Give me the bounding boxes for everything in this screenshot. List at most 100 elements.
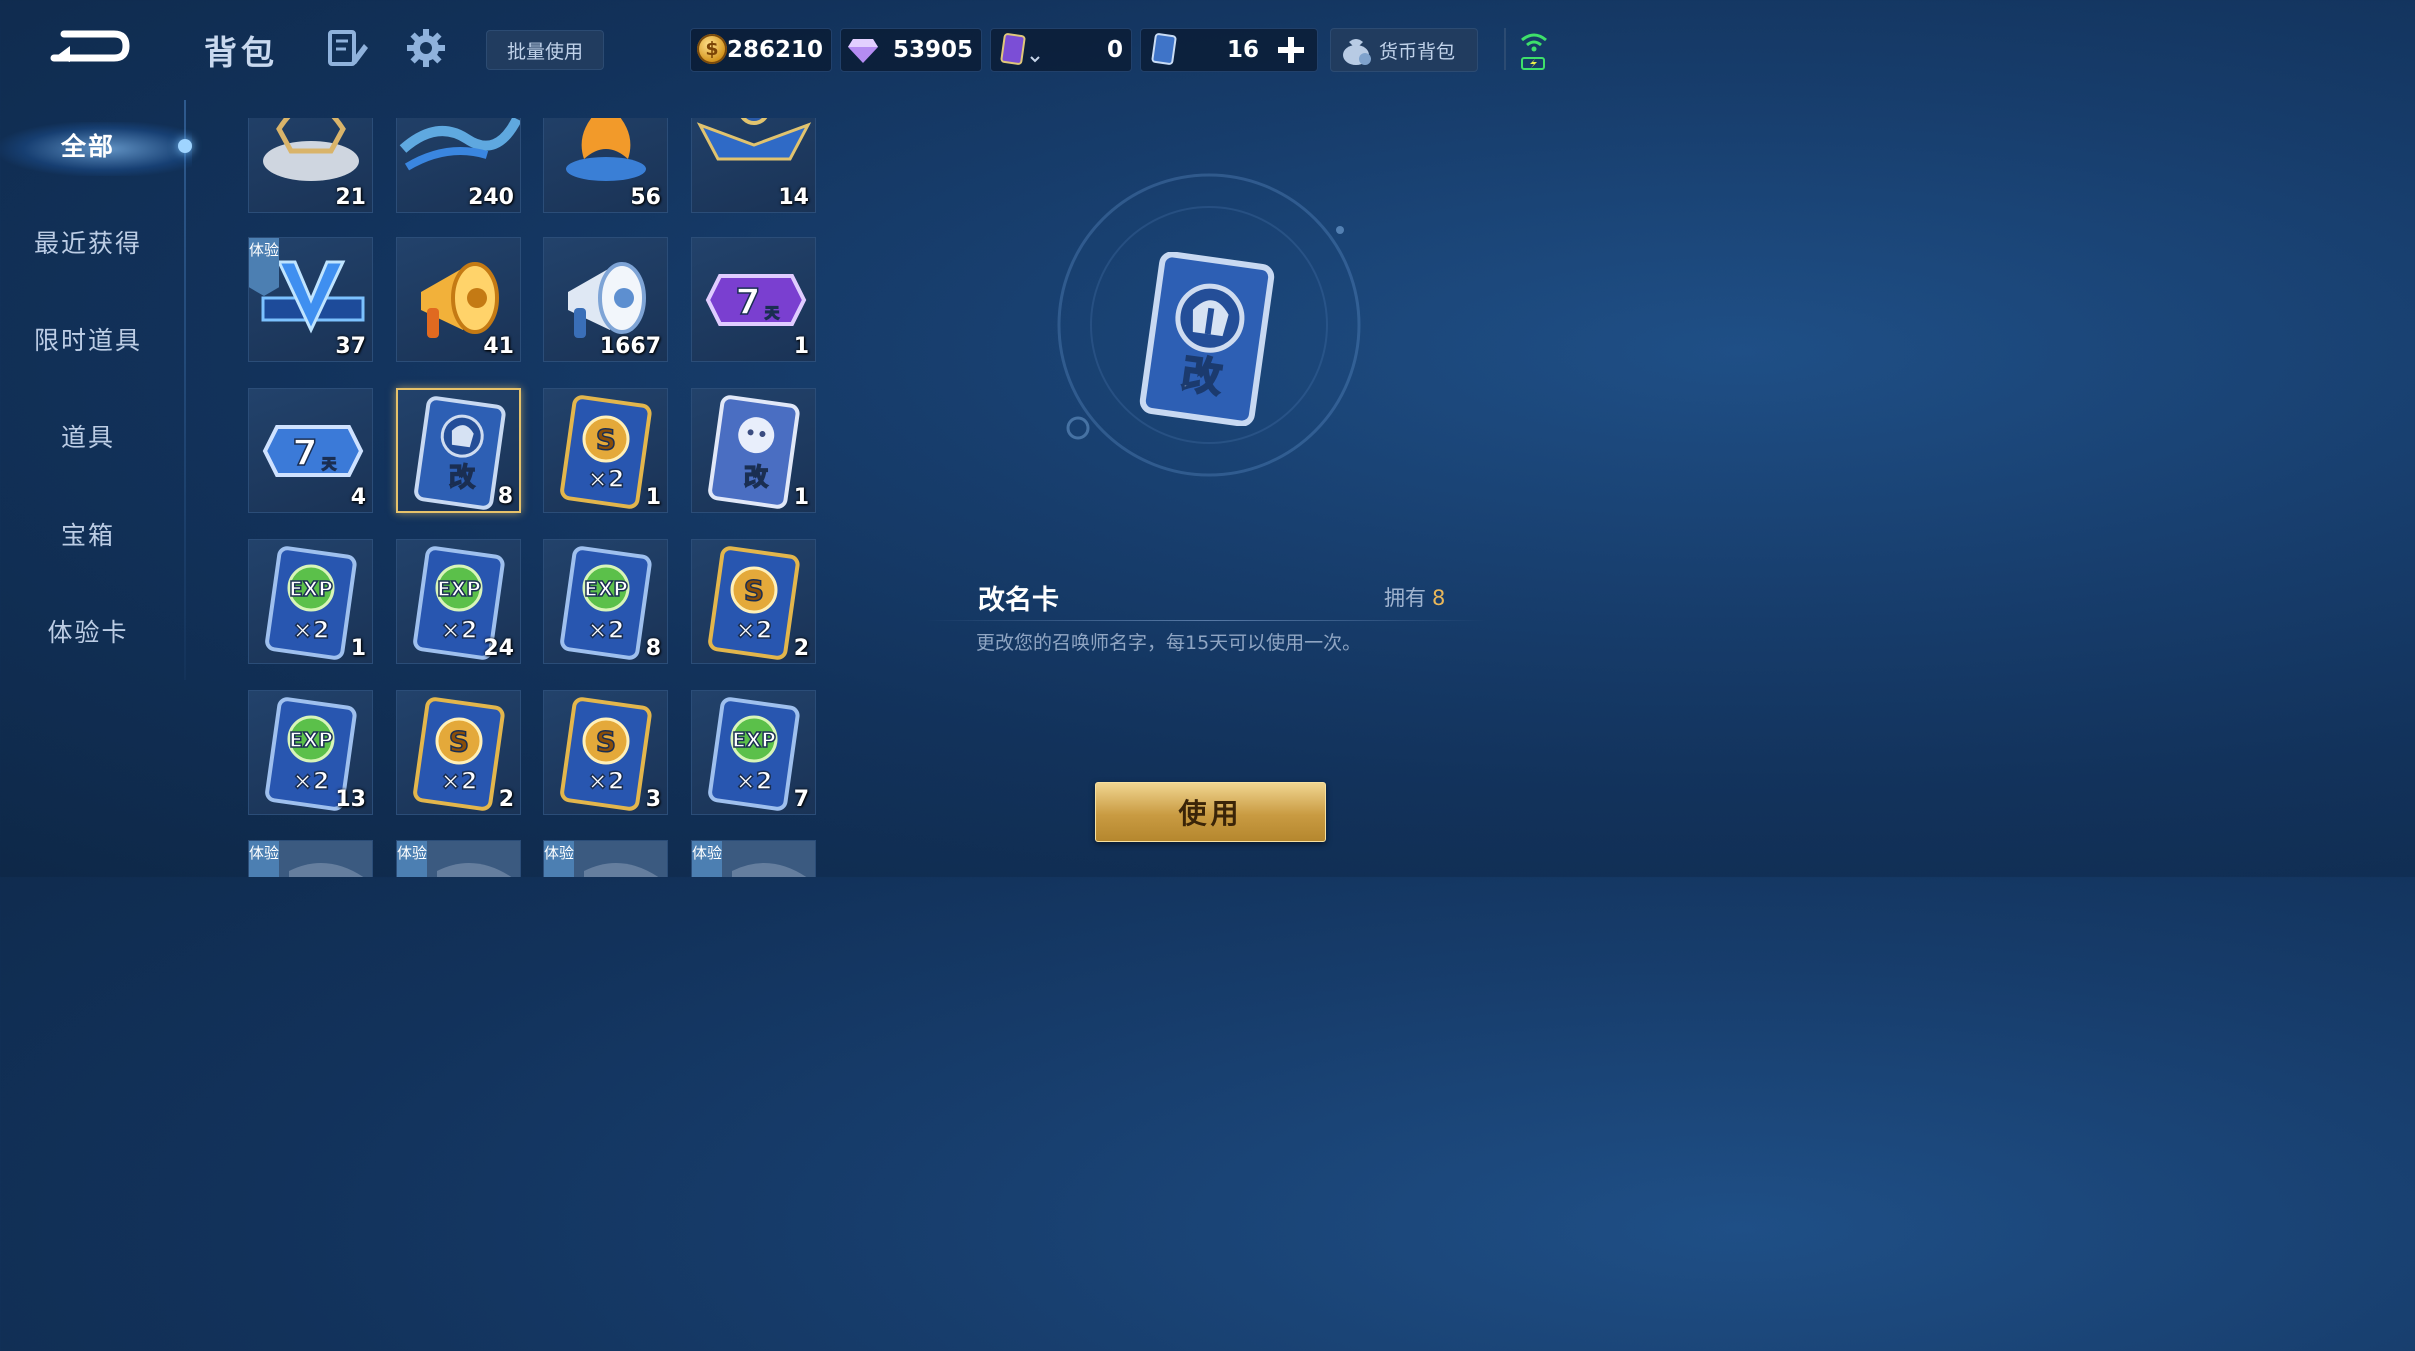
exp-glyph: EXP: [289, 728, 333, 752]
multiplier-glyph: ×2: [293, 616, 330, 644]
item-tag-badge: 体验: [249, 841, 279, 877]
exp-glyph: EXP: [732, 728, 776, 752]
item-quantity: 41: [483, 334, 514, 359]
item-slot[interactable]: S ×2 1: [543, 388, 668, 513]
item-slot[interactable]: S ×2 2: [396, 690, 521, 815]
exp-glyph: EXP: [437, 577, 481, 601]
item-tag-badge: 体验: [249, 238, 279, 296]
sidebar-item-all[interactable]: 全部: [0, 117, 176, 177]
item-quantity: 13: [335, 787, 366, 812]
sidebar-divider: [184, 100, 186, 680]
sidebar-item-props[interactable]: 道具: [0, 408, 176, 468]
back-button[interactable]: [44, 22, 132, 70]
sidebar-item-chests[interactable]: 宝箱: [0, 506, 176, 566]
multiplier-glyph: ×2: [441, 767, 478, 795]
item-slot[interactable]: 体验: [396, 840, 521, 877]
gold-amount: 286210: [726, 37, 823, 63]
item-quantity: 21: [335, 185, 366, 210]
ticket-amount: 0: [1106, 37, 1123, 63]
item-slot[interactable]: 体验 37: [248, 237, 373, 362]
blue-card-icon: [1151, 33, 1177, 65]
diamond-amount: 53905: [892, 37, 973, 63]
item-tag-badge: 体验: [692, 841, 722, 877]
money-bag-icon: [1343, 39, 1371, 65]
item-quantity: 7: [793, 787, 809, 812]
preview-card-glyph: 改: [1179, 351, 1225, 402]
item-slot[interactable]: 7天4: [248, 388, 373, 513]
item-description: 更改您的召唤师名字，每15天可以使用一次。: [976, 632, 1362, 654]
top-bar: 背包 批量使用 $ 286210 53905 0 16 货币背包: [0, 0, 1568, 98]
item-quantity: 2: [793, 636, 809, 661]
item-slot[interactable]: EXP ×2 13: [248, 690, 373, 815]
item-slot[interactable]: S ×2 3: [543, 690, 668, 815]
sidebar-item-trial-cards[interactable]: 体验卡: [0, 603, 176, 663]
back-arrow-icon: [50, 30, 130, 62]
card-amount: 16: [1226, 37, 1259, 63]
item-slot[interactable]: 改1: [691, 388, 816, 513]
item-tag-badge: 体验: [544, 841, 574, 877]
exp-glyph: EXP: [289, 577, 333, 601]
owned-number: 8: [1432, 586, 1446, 610]
multiplier-glyph: ×2: [293, 767, 330, 795]
use-button[interactable]: 使用: [1095, 782, 1326, 842]
item-slot[interactable]: 独240: [396, 118, 521, 213]
description-divider: [926, 620, 1486, 621]
wifi-battery-icon: [1521, 33, 1547, 70]
item-slot[interactable]: EXP ×2 7: [691, 690, 816, 815]
rename-card-preview-icon: 改: [1139, 252, 1275, 426]
item-name: 改名卡: [978, 585, 1059, 616]
item-quantity: 24: [483, 636, 514, 661]
item-slot[interactable]: EXP ×2 8: [543, 539, 668, 664]
multiplier-glyph: ×2: [736, 616, 773, 644]
coin-glyph: S: [596, 423, 616, 456]
day-glyph: 天: [322, 457, 337, 473]
batch-use-button[interactable]: 批量使用: [486, 30, 604, 70]
coin-glyph: S: [449, 725, 469, 758]
item-slot[interactable]: S ×2 2: [691, 539, 816, 664]
sidebar-item-limited[interactable]: 限时道具: [0, 311, 176, 371]
item-quantity: 4: [350, 485, 366, 510]
card-glyph: 改: [449, 462, 475, 493]
page-title: 背包: [204, 33, 278, 72]
currency-bag-label: 货币背包: [1379, 40, 1456, 63]
plus-icon[interactable]: [1277, 36, 1305, 64]
gold-coin-icon: $: [697, 34, 727, 64]
item-slot[interactable]: 体验: [248, 840, 373, 877]
owned-count: 拥有 8: [1384, 582, 1445, 612]
seven-glyph: 7: [735, 282, 760, 323]
currency-bag-button[interactable]: 货币背包: [1330, 28, 1478, 72]
diamond-currency: 53905: [840, 28, 982, 72]
item-grid: 独21独240独56独14 体验37 41 16677天17天4 改8 S×21…: [248, 118, 818, 877]
item-slot[interactable]: 体验: [543, 840, 668, 877]
item-slot[interactable]: 体验: [691, 840, 816, 877]
item-tag-badge: 体验: [397, 841, 427, 877]
card-currency[interactable]: 16: [1140, 28, 1318, 72]
item-quantity: 1: [350, 636, 366, 661]
purple-card-icon: [1000, 33, 1040, 65]
active-tab-dot: [178, 139, 192, 153]
diamond-icon: [848, 39, 878, 63]
item-quantity: 8: [497, 484, 513, 509]
item-quantity: 56: [630, 185, 661, 210]
item-slot[interactable]: 41: [396, 237, 521, 362]
ticket-currency[interactable]: 0: [990, 28, 1132, 72]
item-slot[interactable]: 1667: [543, 237, 668, 362]
coin-glyph: S: [744, 574, 764, 607]
multiplier-glyph: ×2: [736, 767, 773, 795]
item-slot[interactable]: 独56: [543, 118, 668, 213]
settings-button[interactable]: [404, 26, 448, 70]
edit-list-button[interactable]: [326, 26, 370, 70]
item-slot[interactable]: 独14: [691, 118, 816, 213]
status-divider: [1504, 28, 1506, 70]
item-quantity: 14: [778, 185, 809, 210]
item-slot[interactable]: 独21: [248, 118, 373, 213]
sidebar-item-recent[interactable]: 最近获得: [0, 214, 176, 274]
item-slot[interactable]: EXP ×2 24: [396, 539, 521, 664]
item-quantity: 240: [468, 185, 514, 210]
multiplier-glyph: ×2: [588, 465, 625, 493]
item-slot-selected[interactable]: 改8: [396, 388, 521, 513]
multiplier-glyph: ×2: [588, 616, 625, 644]
item-slot[interactable]: EXP ×2 1: [248, 539, 373, 664]
item-slot[interactable]: 7天1: [691, 237, 816, 362]
item-quantity: 1667: [599, 334, 661, 359]
